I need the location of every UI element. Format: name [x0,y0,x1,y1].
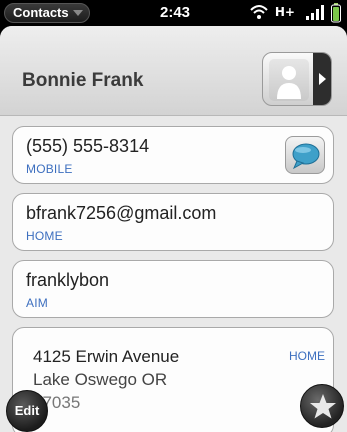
chevron-down-icon [72,10,83,16]
address-field[interactable]: 4125 Erwin Avenue Lake Oswego OR 97035 H… [12,327,334,432]
message-button[interactable] [285,136,325,174]
photo-tab [313,53,331,105]
im-field[interactable]: franklybon AIM [12,260,334,318]
phone-field[interactable]: (555) 555-8314 MOBILE [12,126,334,184]
chevron-right-icon [319,73,326,85]
edit-button[interactable]: Edit [6,390,48,432]
contact-detail-card: Bonnie Frank (555) 555-8314 MOBILE bfran… [0,26,347,432]
address-label: HOME [289,349,325,363]
avatar [269,59,309,101]
clock: 2:43 [160,4,191,21]
person-icon [277,66,301,99]
status-bar: Contacts 2:43 H+ [0,0,347,26]
contact-name: Bonnie Frank [22,70,144,91]
signal-icon [306,5,324,20]
address-city: Lake Oswego OR [33,370,168,389]
status-icons: H+ [221,3,341,23]
battery-icon [331,3,341,23]
wifi-icon [250,5,268,19]
app-menu-label: Contacts [13,5,69,20]
contact-header: Bonnie Frank [0,26,347,116]
email-address: bfrank7256@gmail.com [26,203,217,223]
chat-bubble-icon [292,143,320,170]
im-label: AIM [26,296,48,310]
phone-number: (555) 555-8314 [26,136,150,156]
im-handle: franklybon [26,270,110,290]
email-label: HOME [26,229,63,243]
email-field[interactable]: bfrank7256@gmail.com HOME [12,193,334,251]
address-street: 4125 Erwin Avenue [33,347,180,366]
network-type: H+ [274,5,295,19]
contact-photo-button[interactable] [262,52,332,106]
contacts-screen: Contacts 2:43 H+ Bonnie Frank (555) 555-… [0,0,347,432]
phone-label: MOBILE [26,162,73,176]
star-icon [310,394,336,419]
app-menu-button[interactable]: Contacts [4,3,90,23]
favorite-button[interactable] [300,384,344,428]
